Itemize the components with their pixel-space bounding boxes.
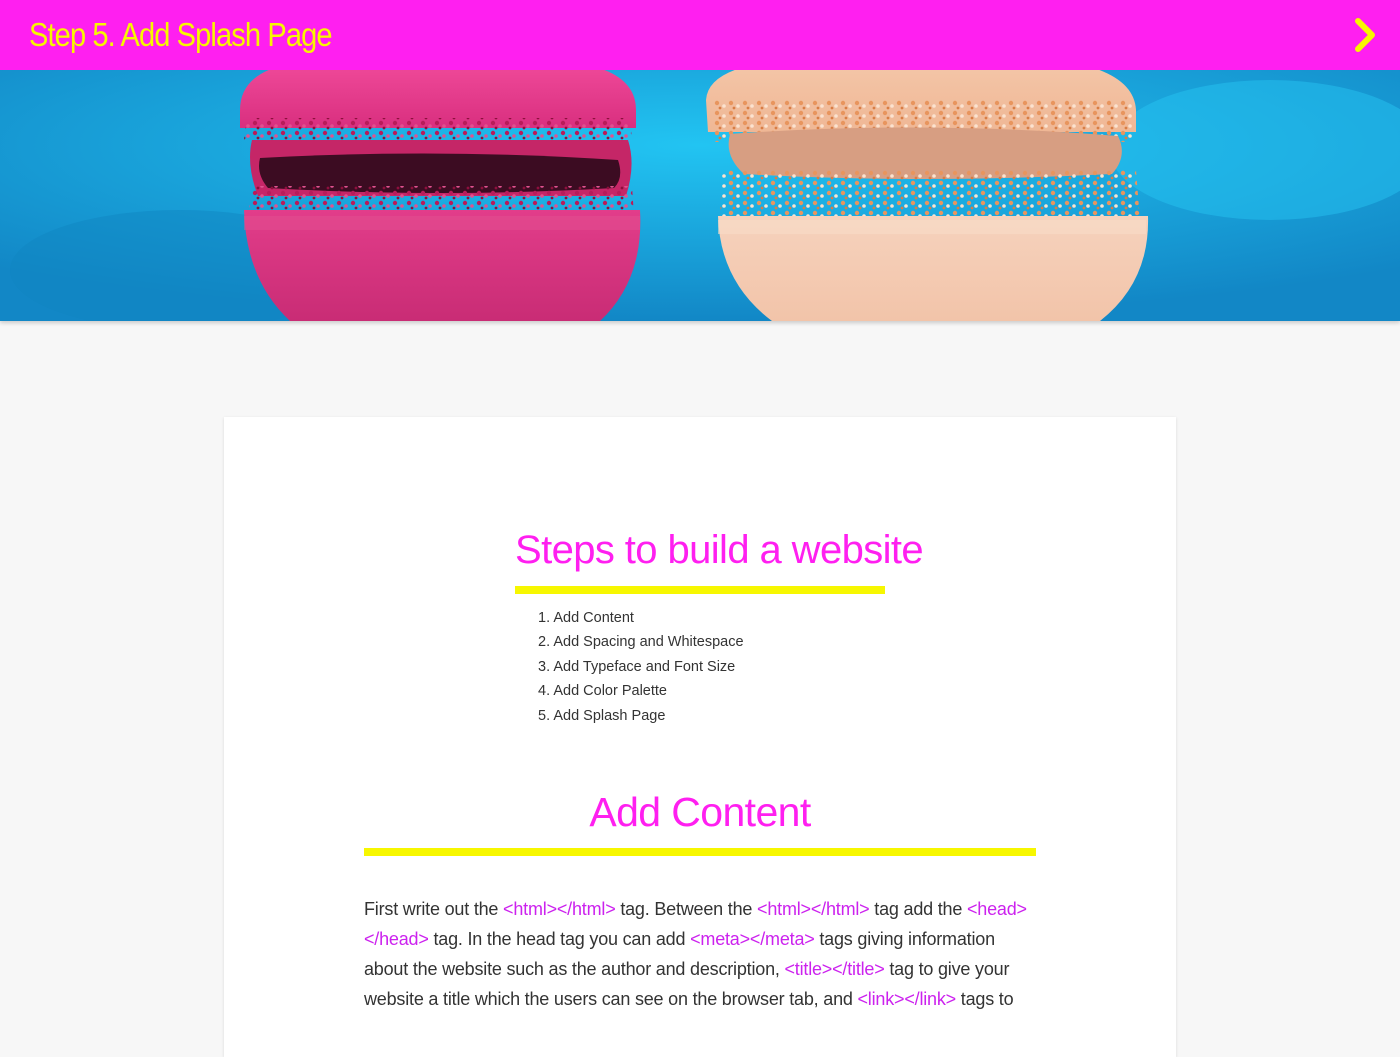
list-item: 5. Add Splash Page [538,704,744,728]
add-content-heading: Add Content [589,789,811,835]
list-item: 2. Add Spacing and Whitespace [538,630,744,654]
code-snippet: <title></title> [784,959,885,979]
splash-hero-image [0,70,1400,321]
add-content-underline [364,848,1036,856]
list-item-number: 2. [538,634,551,651]
list-item: 1. Add Content [538,606,744,630]
paragraph-text: tag. Between the [615,899,758,919]
list-item-number: 1. [538,610,551,626]
code-snippet: <html></html> [757,899,870,919]
macarons-image [0,70,1400,321]
paragraph-text: tags to [955,989,1014,1009]
list-item: 4. Add Color Palette [538,679,744,703]
page-step-title: Step 5. Add Splash Page [29,16,333,53]
paragraph-text: First write out the [364,899,504,919]
list-item-label: Add Spacing and Whitespace [553,634,744,651]
chevron-right-icon [1355,18,1375,52]
steps-list: 1. Add Content 2. Add Spacing and Whites… [538,606,744,728]
list-item-label: Add Typeface and Font Size [553,658,736,675]
code-snippet: <link></link> [857,989,957,1009]
list-item-number: 4. [538,683,551,700]
list-item-label: Add Splash Page [553,707,666,724]
list-item: 3. Add Typeface and Font Size [538,655,744,679]
steps-heading-underline [515,586,885,594]
paragraph-text: tag. In the head tag you can add [428,929,691,949]
list-item-number: 3. [538,658,551,675]
paragraph-text: tag add the [869,899,967,919]
code-snippet: <html></html> [503,899,616,919]
list-item-label: Add Color Palette [553,683,667,700]
list-item-number: 5. [538,707,551,724]
add-content-paragraph: First write out the <html></html> tag. B… [364,894,1036,1014]
top-bar: Step 5. Add Splash Page [0,0,1400,70]
next-step-button[interactable] [1344,14,1386,56]
list-item-label: Add Content [553,610,634,626]
code-snippet: <meta></meta> [690,929,815,949]
steps-heading: Steps to build a website [515,528,924,572]
